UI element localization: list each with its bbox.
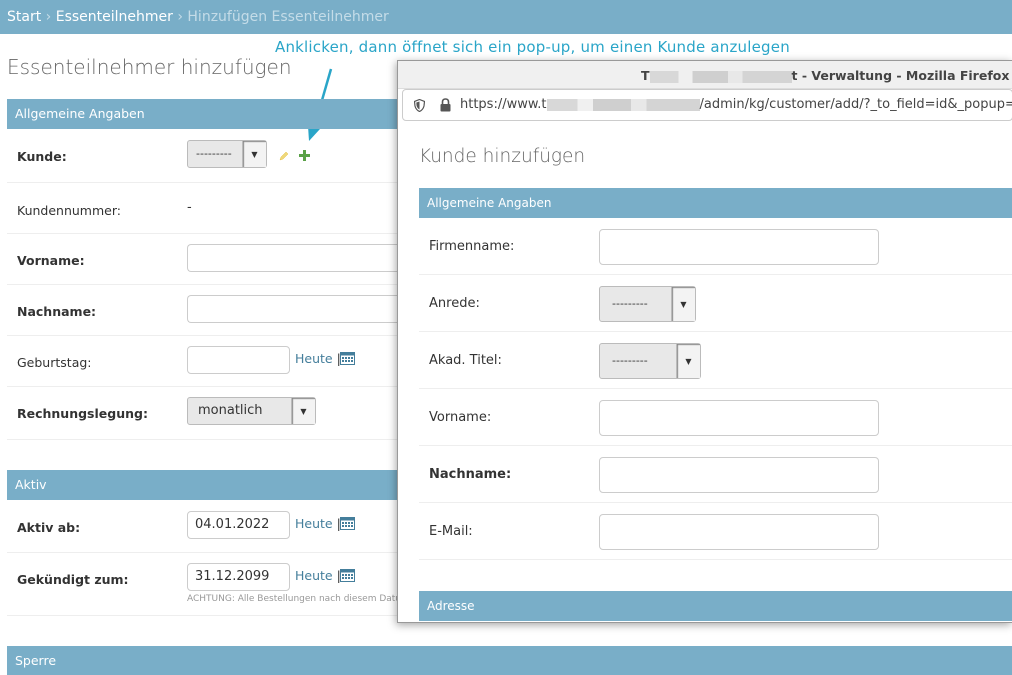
customer-select-value: --------- [196,147,232,160]
popup-company-input[interactable] [599,229,879,265]
calendar-icon[interactable] [340,516,355,530]
popup-salutation-value: --------- [612,297,648,310]
customer-row: Kunde: --------- ▼ [7,130,397,183]
lastname-input[interactable] [187,295,397,323]
calendar-icon[interactable] [340,351,355,365]
popup-title-end: t - Verwaltung - Mozilla Firefox [791,68,1010,83]
customer-number-value: - [187,200,192,215]
popup-firstname-label: Vorname: [429,410,492,425]
redacted-block [649,70,792,83]
birthday-label: Geburtstag: [17,355,92,370]
popup-lastname-row: Nachname: [419,446,1012,503]
popup-section-address-header: Adresse [419,591,1012,621]
popup-salutation-row: Anrede: --------- ▼ [419,275,1012,332]
breadcrumb-parent-link[interactable]: Essenteilnehmer [56,9,173,25]
cancelled-label: Gekündigt zum: [17,572,129,587]
popup-url-bar[interactable]: https://www.t/admin/kg/customer/add/?_to… [402,89,1012,121]
birthday-row: Geburtstag: Heute | [7,336,397,387]
popup-firstname-input[interactable] [599,400,879,436]
popup-url-text: https://www.t/admin/kg/customer/add/?_to… [460,97,1012,112]
cancelled-help-text: ACHTUNG: Alle Bestellungen nach diesem D… [187,594,401,604]
breadcrumb-home-link[interactable]: Start [7,9,41,25]
popup-title-value: --------- [612,354,648,367]
chevron-down-icon: ▼ [676,344,700,378]
customer-number-row: Kundennummer: - [7,183,397,234]
popup-company-row: Firmenname: [419,218,1012,275]
popup-salutation-select[interactable]: --------- ▼ [599,286,696,322]
breadcrumb: Start › Essenteilnehmer › Hinzufügen Ess… [0,0,1012,34]
popup-section-general-header: Allgemeine Angaben [419,188,1012,218]
firstname-input[interactable] [187,244,397,272]
section-block-header: Sperre [7,646,1012,675]
popup-page-title: Kunde hinzufügen [419,146,586,167]
popup-email-label: E-Mail: [429,524,473,539]
customer-select[interactable]: --------- ▼ [187,140,267,168]
active-from-input[interactable]: 04.01.2022 [187,511,290,539]
cancelled-row: Gekündigt zum: 31.12.2099 Heute | [7,553,397,616]
billing-select-value: monatlich [198,403,263,418]
customer-number-label: Kundennummer: [17,203,121,218]
birthday-today-link[interactable]: Heute | [295,351,341,366]
calendar-icon[interactable] [340,568,355,582]
today-link-text[interactable]: Heute [295,351,333,366]
popup-title-start: T [641,68,650,83]
today-link-text[interactable]: Heute [295,568,333,583]
page-title: Essenteilnehmer hinzufügen [7,55,292,79]
breadcrumb-current: Hinzufügen Essenteilnehmer [187,9,389,25]
popup-titlebar[interactable]: Tt - Verwaltung - Mozilla Firefox [398,61,1012,89]
annotation-text: Anklicken, dann öffnet sich ein pop-up, … [275,38,790,56]
popup-company-label: Firmenname: [429,239,515,254]
add-customer-icon[interactable] [299,150,310,161]
popup-url-start: https://www.t [460,97,547,112]
pencil-icon[interactable] [278,150,290,162]
customer-label: Kunde: [17,149,67,164]
breadcrumb-separator: › [177,9,183,25]
lastname-label: Nachname: [17,304,97,319]
active-from-label: Aktiv ab: [17,520,81,535]
popup-firstname-row: Vorname: [419,389,1012,446]
chevron-down-icon: ▼ [291,398,315,424]
firstname-label: Vorname: [17,253,85,268]
lock-icon [440,98,451,112]
cancelled-today-link[interactable]: Heute | [295,568,341,583]
active-from-today-link[interactable]: Heute | [295,516,341,531]
lastname-row: Nachname: [7,285,397,336]
billing-label: Rechnungslegung: [17,406,148,421]
popup-email-input[interactable] [599,514,879,550]
shield-icon[interactable] [414,99,425,112]
cancelled-input[interactable]: 31.12.2099 [187,563,290,591]
billing-select[interactable]: monatlich ▼ [187,397,316,425]
popup-url-end: /admin/kg/customer/add/?_to_field=id&_po… [699,97,1012,112]
popup-email-row: E-Mail: [419,503,1012,560]
redacted-block [546,98,700,111]
today-link-text[interactable]: Heute [295,516,333,531]
popup-lastname-input[interactable] [599,457,879,493]
chevron-down-icon: ▼ [242,141,266,167]
popup-title-select[interactable]: --------- ▼ [599,343,701,379]
breadcrumb-separator: › [45,9,52,25]
popup-window: Tt - Verwaltung - Mozilla Firefox https:… [397,60,1012,623]
popup-lastname-label: Nachname: [429,467,512,482]
popup-title-label: Akad. Titel: [429,353,502,368]
birthday-input[interactable] [187,346,290,374]
chevron-down-icon: ▼ [671,287,695,321]
popup-title-row: Akad. Titel: --------- ▼ [419,332,1012,389]
popup-window-title: Tt - Verwaltung - Mozilla Firefox [641,68,1009,83]
popup-salutation-label: Anrede: [429,296,480,311]
billing-row: Rechnungslegung: monatlich ▼ [7,387,397,440]
firstname-row: Vorname: [7,234,397,285]
active-from-row: Aktiv ab: 04.01.2022 Heute | [7,500,397,553]
